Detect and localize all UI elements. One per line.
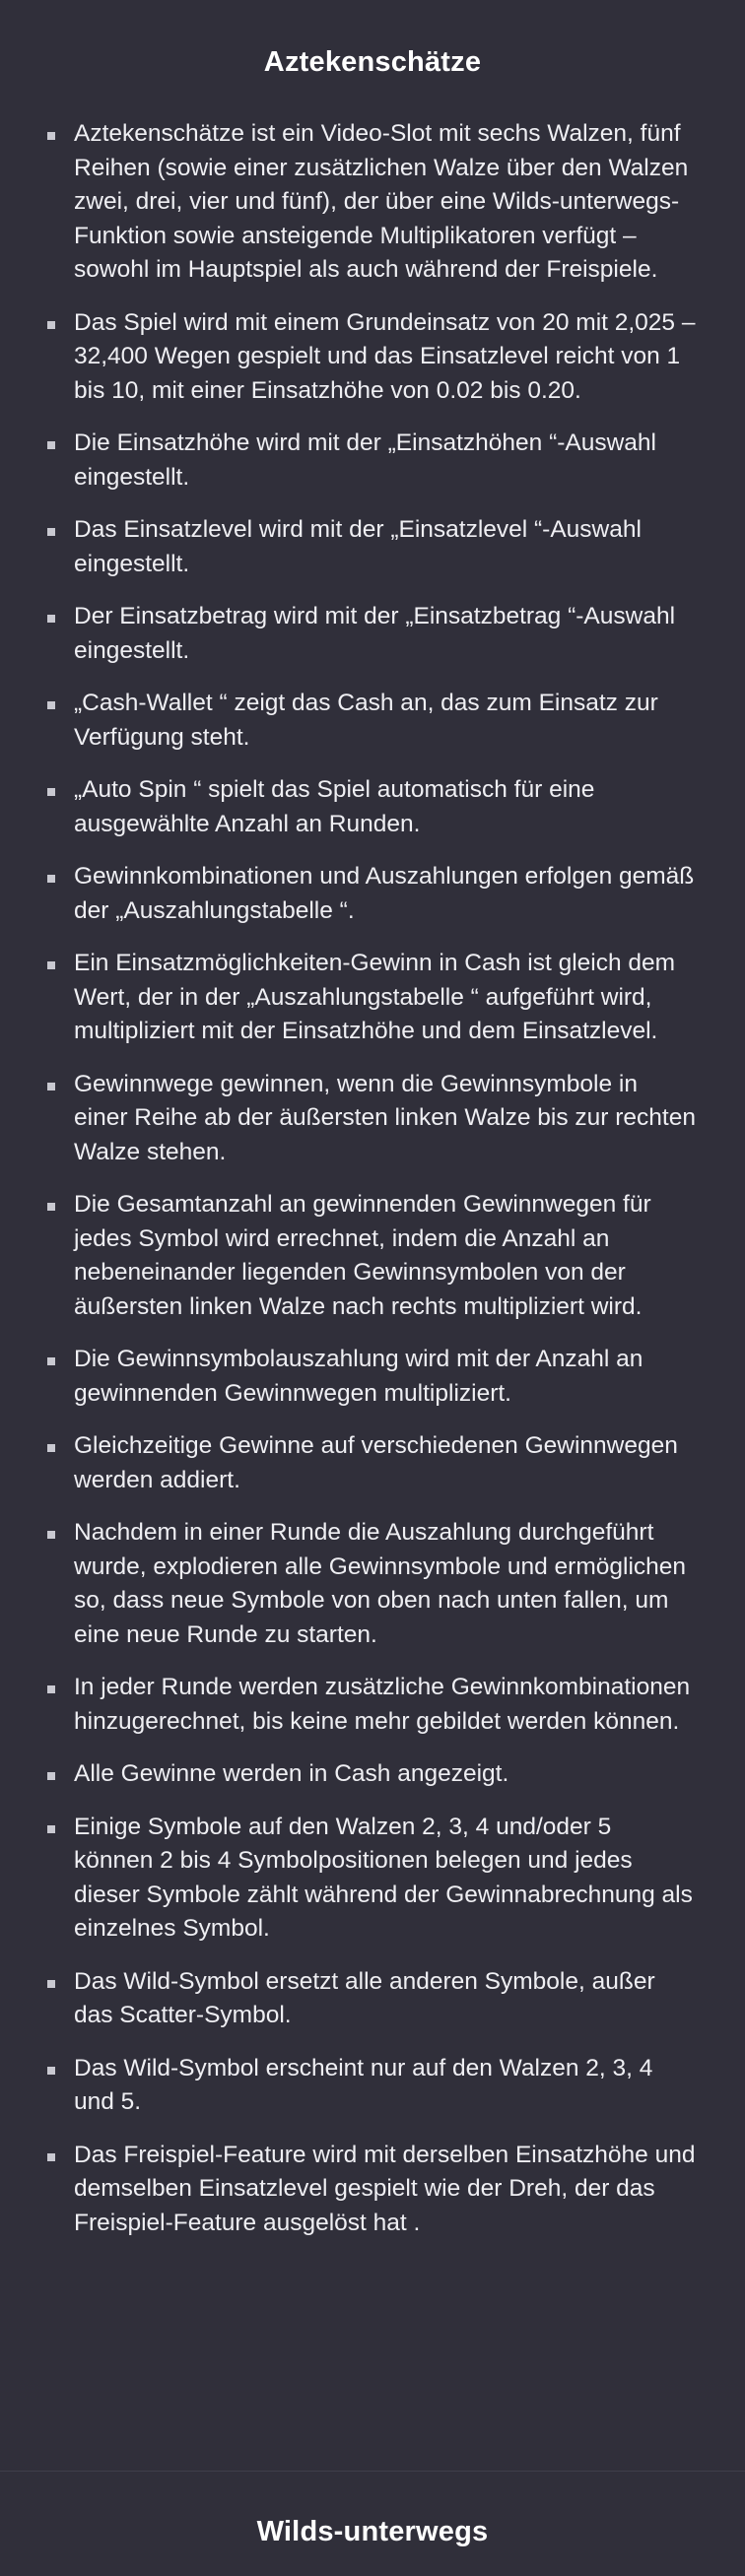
rule-item: Das Wild-Symbol erscheint nur auf den Wa… xyxy=(47,2052,702,2120)
bullet-icon xyxy=(47,875,55,883)
rule-item: Alle Gewinne werden in Cash angezeigt. xyxy=(47,1757,702,1792)
rule-item: „Cash-Wallet “ zeigt das Cash an, das zu… xyxy=(47,687,702,755)
rule-item: Das Einsatzlevel wird mit der „Einsatzle… xyxy=(47,513,702,581)
bullet-icon xyxy=(47,701,55,709)
bullet-icon xyxy=(47,1772,55,1780)
rule-text: Die Gesamtanzahl an gewinnenden Gewinnwe… xyxy=(74,1191,651,1320)
bullet-icon xyxy=(47,1357,55,1365)
bullet-icon xyxy=(47,961,55,969)
page-title: Aztekenschätze xyxy=(263,46,482,78)
rule-item: „Auto Spin “ spielt das Spiel automatisc… xyxy=(47,773,702,841)
bullet-icon xyxy=(47,1824,55,1833)
rule-text: Die Gewinnsymbolauszahlung wird mit der … xyxy=(74,1346,643,1407)
rule-item: Die Einsatzhöhe wird mit der „Einsatzhöh… xyxy=(47,427,702,495)
rule-text: Das Spiel wird mit einem Grundeinsatz vo… xyxy=(74,308,696,404)
rule-text: Die Einsatzhöhe wird mit der „Einsatzhöh… xyxy=(74,429,656,491)
rule-item: Einige Symbole auf den Walzen 2, 3, 4 un… xyxy=(47,1811,702,1947)
rule-text: Gewinnkombinationen und Auszahlungen erf… xyxy=(74,863,695,924)
rule-item: Aztekenschätze ist ein Video-Slot mit se… xyxy=(47,117,702,288)
rule-text: Einige Symbole auf den Walzen 2, 3, 4 un… xyxy=(74,1813,693,1943)
rule-text: Der Einsatzbetrag wird mit der „Einsatzb… xyxy=(74,603,676,664)
rule-item: Die Gewinnsymbolauszahlung wird mit der … xyxy=(47,1343,702,1411)
section-divider xyxy=(0,2471,745,2472)
rule-text: Nachdem in einer Runde die Auszahlung du… xyxy=(74,1519,687,1648)
rule-item: Ein Einsatzmöglichkeiten-Gewinn in Cash … xyxy=(47,947,702,1049)
bullet-icon xyxy=(47,2152,55,2161)
rule-text: „Auto Spin “ spielt das Spiel automatisc… xyxy=(74,776,595,837)
bullet-icon xyxy=(47,1531,55,1539)
rule-item: Das Freispiel-Feature wird mit derselben… xyxy=(47,2139,702,2241)
rule-item: Das Wild-Symbol ersetzt alle anderen Sym… xyxy=(47,1965,702,2033)
rule-item: Gleichzeitige Gewinne auf verschiedenen … xyxy=(47,1429,702,1497)
rule-item: Gewinnwege gewinnen, wenn die Gewinnsymb… xyxy=(47,1068,702,1170)
rules-list: Aztekenschätze ist ein Video-Slot mit se… xyxy=(0,117,702,2259)
bullet-icon xyxy=(47,615,55,623)
rule-item: In jeder Runde werden zusätzliche Gewinn… xyxy=(47,1671,702,1739)
bullet-icon xyxy=(47,441,55,449)
rule-text: Aztekenschätze ist ein Video-Slot mit se… xyxy=(74,120,689,283)
bullet-icon xyxy=(47,1444,55,1452)
rule-item: Das Spiel wird mit einem Grundeinsatz vo… xyxy=(47,306,702,409)
bullet-icon xyxy=(47,528,55,536)
bullet-icon xyxy=(47,2066,55,2075)
bullet-icon xyxy=(47,1082,55,1090)
section-title-wilds-unterwegs: Wilds-unterwegs xyxy=(256,2516,489,2547)
rule-item: Nachdem in einer Runde die Auszahlung du… xyxy=(47,1516,702,1652)
rule-text: Das Freispiel-Feature wird mit derselben… xyxy=(74,2141,696,2236)
bullet-icon xyxy=(47,1979,55,1988)
rules-page: Aztekenschätze Aztekenschätze ist ein Vi… xyxy=(0,0,745,2576)
bullet-icon xyxy=(47,320,55,329)
rule-text: Das Einsatzlevel wird mit der „Einsatzle… xyxy=(74,516,642,577)
bullet-icon xyxy=(47,1203,55,1211)
rule-text: Das Wild-Symbol ersetzt alle anderen Sym… xyxy=(74,1967,655,2029)
rule-text: In jeder Runde werden zusätzliche Gewinn… xyxy=(74,1674,691,1735)
bullet-icon xyxy=(47,132,55,140)
rule-text: „Cash-Wallet “ zeigt das Cash an, das zu… xyxy=(74,690,658,751)
rule-item: Gewinnkombinationen und Auszahlungen erf… xyxy=(47,860,702,928)
bullet-icon xyxy=(47,1685,55,1693)
rule-text: Gleichzeitige Gewinne auf verschiedenen … xyxy=(74,1432,678,1493)
rule-text: Das Wild-Symbol erscheint nur auf den Wa… xyxy=(74,2054,653,2116)
bullet-icon xyxy=(47,788,55,796)
rule-text: Alle Gewinne werden in Cash angezeigt. xyxy=(74,1760,509,1787)
rule-text: Gewinnwege gewinnen, wenn die Gewinnsymb… xyxy=(74,1070,696,1165)
rule-item: Der Einsatzbetrag wird mit der „Einsatzb… xyxy=(47,600,702,668)
rule-item: Die Gesamtanzahl an gewinnenden Gewinnwe… xyxy=(47,1188,702,1324)
rule-text: Ein Einsatzmöglichkeiten-Gewinn in Cash … xyxy=(74,950,676,1044)
